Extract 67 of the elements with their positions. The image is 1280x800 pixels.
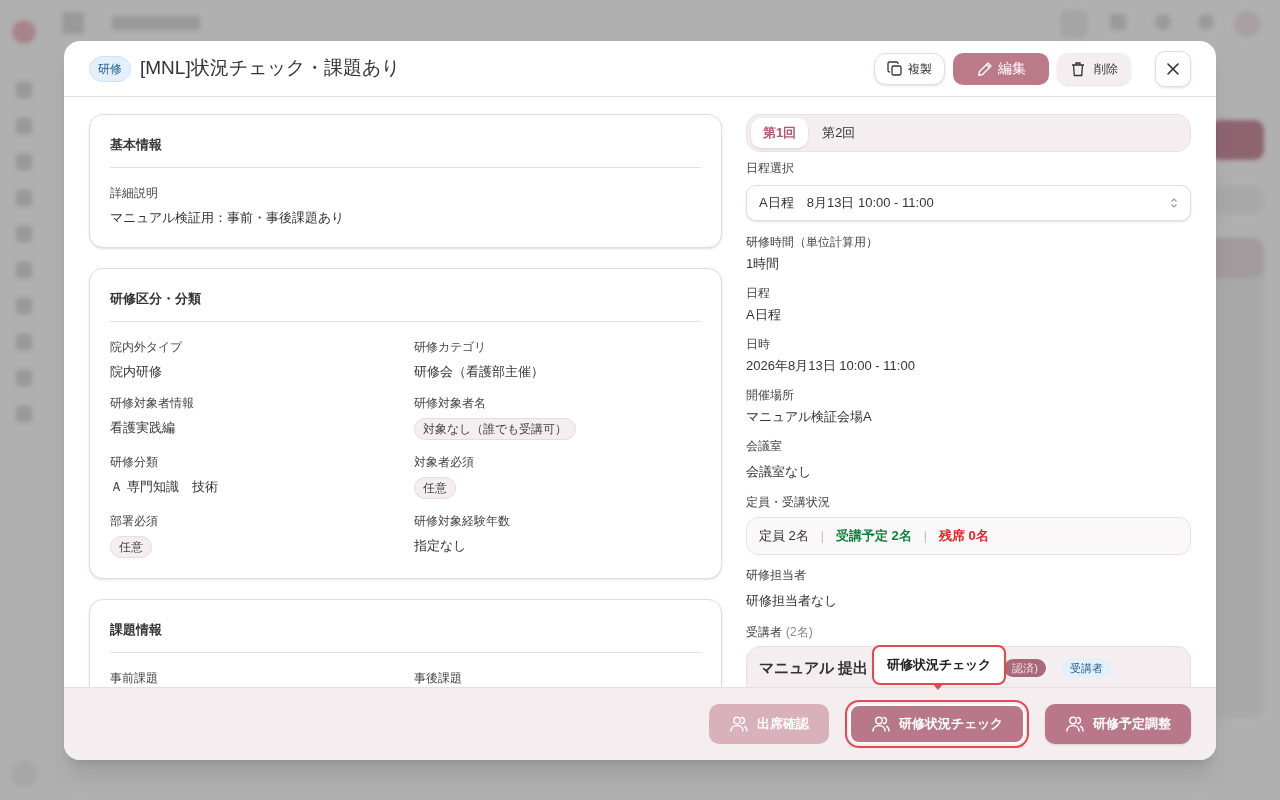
footer-action-button[interactable]: 研修予定調整 (1045, 704, 1191, 744)
tooltip: 研修状況チェック (872, 645, 1006, 685)
field-label: 対象者必須 (413, 454, 475, 471)
field-label: 研修カテゴリ (413, 338, 487, 356)
category-badge: 研修 (89, 55, 131, 82)
field-value: マニュアル検証用：事前・事後課題あり (110, 208, 345, 227)
field-label: 部署必須 (110, 513, 159, 530)
section-title: 研修区分・分類 (110, 289, 701, 322)
capacity-count: 残席 0名 (938, 527, 989, 546)
field-value: 研修担当者なし (746, 592, 838, 610)
field-value: マニュアル検証会場A (746, 408, 873, 426)
section-title: 課題情報 (110, 620, 701, 653)
field-label: 事前課題 (110, 669, 159, 687)
attendee-count: (2名) (786, 624, 813, 641)
session-tab[interactable]: 第1回 (751, 118, 809, 148)
field-label: 日程選択 (746, 160, 795, 176)
copy-icon (887, 60, 903, 77)
field-value: Ａ 専門知識 技術 (110, 478, 219, 496)
status-badge: 認済) (1004, 658, 1046, 678)
modal-title: [MNL]状況チェック・課題あり (140, 56, 400, 81)
field-value: 1時間 (746, 255, 781, 273)
field-value: 院内研修 (110, 362, 163, 381)
session-tab[interactable]: 第2回 (812, 118, 866, 148)
field-label: 院内外タイプ (110, 338, 184, 356)
capacity-count: 受講予定 2名 (835, 527, 912, 546)
field-value: 会議室なし (746, 463, 812, 481)
section-title: 基本情報 (110, 135, 701, 168)
trash-icon (1070, 60, 1086, 77)
users-icon (871, 714, 891, 734)
value-chip: 任意 (413, 477, 456, 499)
chevron-up-down-icon (1170, 198, 1178, 208)
users-icon (1065, 714, 1085, 734)
field-label: 詳細説明 (110, 184, 159, 202)
field-label: 研修時間（単位計算用） (746, 234, 879, 250)
field-label: 日程 (746, 285, 771, 301)
field-value: 指定なし (413, 537, 467, 555)
field-label: 会議室 (746, 438, 783, 454)
pencil-icon (976, 60, 993, 77)
role-badge: 受講者 (1061, 657, 1111, 679)
field-label: 定員・受講状況 (746, 494, 831, 510)
capacity-count: 定員 2名 (759, 527, 809, 546)
field-label: 事後課題 (413, 669, 463, 687)
edit-button[interactable]: 編集 (953, 52, 1049, 85)
separator-mark: | (820, 528, 824, 545)
field-label: 研修対象者名 (413, 395, 487, 412)
schedule-select[interactable]: A日程 8月13日 10:00 - 11:00 (746, 185, 1191, 221)
delete-button[interactable]: 削除 (1057, 52, 1131, 85)
field-value: 研修会（看護部主催） (413, 362, 545, 381)
attendee-name: マニュアル 提出 (759, 657, 869, 678)
field-label: 研修対象者情報 (110, 395, 195, 412)
field-value: A日程 (746, 306, 782, 324)
value-chip: 対象なし（誰でも受講可） (413, 418, 576, 440)
tooltip-pointer-icon (932, 683, 944, 690)
field-value: 看護実践編 (110, 419, 176, 437)
field-value: 2026年8月13日 10:00 - 11:00 (746, 357, 916, 375)
field-label: 研修分類 (110, 454, 159, 471)
field-label: 受講者 (746, 624, 782, 641)
field-label: 研修担当者 (746, 567, 807, 583)
field-label: 研修対象経験年数 (413, 513, 511, 530)
close-icon (1165, 60, 1181, 77)
field-label: 日時 (746, 336, 771, 352)
field-label: 開催場所 (746, 387, 795, 403)
value-chip: 任意 (110, 536, 152, 558)
close-button[interactable] (1155, 50, 1191, 87)
separator-mark: | (923, 528, 927, 545)
users-icon (729, 714, 749, 734)
duplicate-button[interactable]: 複製 (874, 52, 945, 85)
